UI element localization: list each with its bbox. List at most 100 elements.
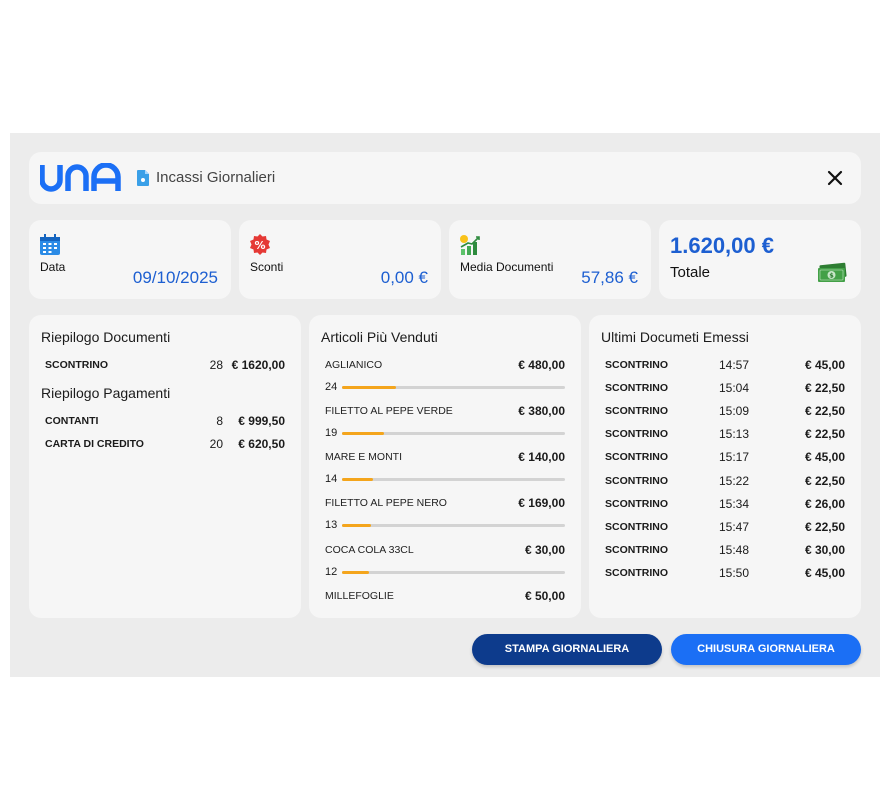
payment-amount: € 999,50 [238,414,285,428]
recent-document-row: SCONTRINO 15:22 € 22,50 [605,473,845,489]
document-amount: € 22,50 [804,473,845,488]
recent-document-row: SCONTRINO 15:17 € 45,00 [605,449,845,465]
documents-summary-title: Riepilogo Documenti [41,329,171,345]
item-name: COCA COLA 33CL [325,544,414,556]
document-icon [137,170,149,186]
document-type: SCONTRINO [605,359,668,371]
discounts-card: % Sconti 0,00 € [239,220,441,299]
top-item: MILLEFOGLIE € 50,00 [325,588,565,606]
daily-receipts-window: Incassi Giornalieri Data 09/10/2025 % Sc… [10,133,880,677]
top-items-panel: Articoli Più Venduti AGLIANICO € 480,00 … [309,315,581,618]
recent-document-row: SCONTRINO 15:04 € 22,50 [605,380,845,396]
document-summary-row: SCONTRINO 28 € 1620,00 [45,357,285,373]
document-type: SCONTRINO [605,566,668,579]
quantity-bar [342,432,565,435]
page-title: Incassi Giornalieri [156,169,276,186]
document-amount: € 26,00 [804,496,845,511]
document-amount: € 45,00 [804,565,845,580]
money-icon: $ [818,262,847,282]
recent-document-row: SCONTRINO 15:48 € 30,00 [605,542,845,558]
item-name: MARE E MONTI [325,451,403,463]
item-quantity: 12 [325,566,338,578]
document-type: SCONTRINO [605,474,668,487]
item-price: € 140,00 [518,450,565,464]
recent-documents-title: Ultimi Documeti Emessi [601,329,749,345]
top-items-title: Articoli Più Venduti [321,329,438,345]
item-quantity: 14 [325,473,338,485]
document-time: 15:09 [719,404,750,419]
document-time: 15:22 [719,473,750,488]
recent-document-row: SCONTRINO 15:50 € 45,00 [605,565,845,581]
quantity-bar-fill [342,478,374,481]
una-logo [40,163,121,192]
recent-document-row: SCONTRINO 15:13 € 22,50 [605,426,845,442]
quantity-bar-fill [342,524,371,527]
document-amount: € 22,50 [804,381,845,396]
document-amount: € 30,00 [804,542,845,557]
quantity-bar [342,386,565,389]
total-card: 1.620,00 € Totale $ [659,220,861,299]
date-label: Data [40,260,66,274]
recent-document-row: SCONTRINO 15:47 € 22,50 [605,519,845,535]
top-item: FILETTO AL PEPE VERDE € 380,00 19 [325,403,565,449]
document-amount: € 22,50 [804,519,845,534]
document-type: SCONTRINO [45,359,108,371]
item-price: € 380,00 [518,404,565,418]
document-amount: € 45,00 [804,358,845,372]
header-bar: Incassi Giornalieri [29,152,861,204]
svg-text:$: $ [829,272,834,280]
close-icon[interactable] [825,168,845,188]
item-price: € 50,00 [524,589,565,603]
daily-closing-button[interactable]: CHIUSURA GIORNALIERA [671,634,861,665]
date-card: Data 09/10/2025 [29,220,231,299]
item-quantity: 24 [325,381,338,393]
payment-amount: € 620,50 [238,437,285,451]
document-time: 15:34 [719,496,750,511]
document-time: 15:50 [719,565,750,580]
quantity-bar-fill [342,571,369,574]
top-item: AGLIANICO € 480,00 24 [325,357,565,403]
item-price: € 30,00 [524,543,565,557]
item-name: MILLEFOGLIE [325,590,394,602]
payments-summary-title: Riepilogo Pagamenti [41,385,171,401]
recent-document-row: SCONTRINO 15:34 € 26,00 [605,496,845,512]
recent-document-row: SCONTRINO 14:57 € 45,00 [605,357,845,373]
recent-document-row: SCONTRINO 15:09 € 22,50 [605,403,845,419]
payment-row: CONTANTI 8 € 999,50 [45,413,285,429]
payment-type: CARTA DI CREDITO [45,438,144,450]
average-card: Media Documenti 57,86 € [449,220,651,299]
quantity-bar [342,478,565,481]
document-type: SCONTRINO [605,382,668,395]
document-amount: € 22,50 [804,404,845,419]
average-label: Media Documenti [460,260,554,274]
calendar-icon [40,234,60,255]
total-value: 1.620,00 € [670,233,774,258]
item-name: FILETTO AL PEPE NERO [325,497,447,509]
document-amount: € 22,50 [804,427,845,442]
document-amount: € 45,00 [804,450,845,465]
top-item: MARE E MONTI € 140,00 14 [325,449,565,495]
document-time: 15:13 [719,427,750,442]
chart-growth-icon [460,235,480,255]
item-name: AGLIANICO [325,359,383,371]
payment-count: 20 [209,437,223,451]
document-type: SCONTRINO [605,428,668,441]
item-quantity: 13 [325,519,338,531]
payment-row: CARTA DI CREDITO 20 € 620,50 [45,436,285,452]
quantity-bar [342,571,565,574]
svg-text:%: % [254,239,265,252]
item-name: FILETTO AL PEPE VERDE [325,405,453,417]
document-type: SCONTRINO [605,451,668,464]
payment-count: 8 [216,414,223,428]
discounts-value: 0,00 € [380,268,428,287]
document-type: SCONTRINO [605,543,668,556]
top-item: COCA COLA 33CL € 30,00 12 [325,542,565,588]
average-value: 57,86 € [581,268,638,287]
document-type: SCONTRINO [605,497,668,510]
top-item: FILETTO AL PEPE NERO € 169,00 13 [325,495,565,541]
document-time: 15:04 [719,381,750,396]
date-value: 09/10/2025 [132,268,218,287]
quantity-bar [342,524,565,527]
print-daily-button[interactable]: STAMPA GIORNALIERA [472,634,662,665]
recent-documents-panel: Ultimi Documeti Emessi SCONTRINO 14:57 € 4… [589,315,861,618]
